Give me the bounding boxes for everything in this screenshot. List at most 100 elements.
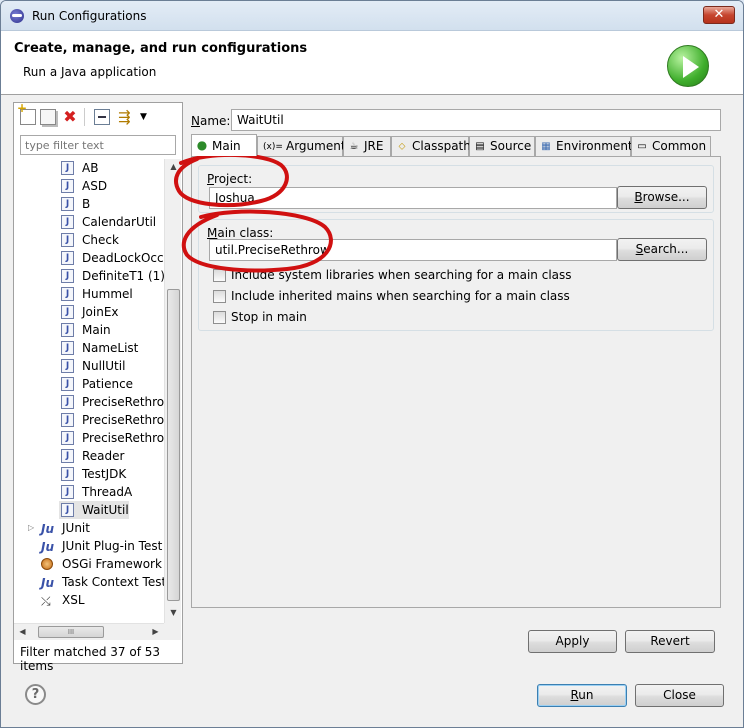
classpath-tab-icon: ⬦ — [398, 141, 406, 152]
tab-label: Source — [490, 139, 532, 153]
tree-item[interactable]: J Check — [14, 231, 164, 249]
task-context-icon: Ju — [41, 576, 55, 590]
close-button[interactable]: Close — [635, 684, 724, 707]
tree-item-label: XSL — [62, 593, 85, 607]
main-class-field[interactable] — [209, 239, 617, 261]
header-subtitle: Run a Java application — [23, 65, 157, 79]
tree-item[interactable]: J PreciseRethrov — [14, 411, 164, 429]
tree-item[interactable]: J Main — [14, 321, 164, 339]
configurations-panel: ✖ ⇶ ▼ JABJASDJBJCalendarUtilJCheckJDeadL… — [13, 101, 183, 673]
tree-item[interactable]: J TestJDK — [14, 465, 164, 483]
eclipse-icon — [10, 9, 24, 23]
java-file-icon: J — [61, 197, 74, 211]
tree-item[interactable]: J JoinEx — [14, 303, 164, 321]
tree-item[interactable]: J AB — [14, 159, 164, 177]
tree-item[interactable]: J CalendarUtil — [14, 213, 164, 231]
scroll-left-arrow-icon[interactable]: ◀ — [14, 624, 31, 640]
tree-item-label: ThreadA — [82, 485, 133, 499]
help-icon[interactable]: ? — [25, 684, 46, 705]
run-banner-icon — [667, 45, 709, 87]
tree-item[interactable]: Ju JUnit Plug-in Test — [14, 537, 164, 555]
new-configuration-icon[interactable] — [17, 101, 36, 125]
common-tab-icon: ▭ — [637, 141, 647, 152]
project-field[interactable] — [209, 187, 617, 209]
name-field[interactable] — [231, 109, 721, 131]
tree-item-label: Reader — [82, 449, 125, 463]
tree-item[interactable]: J DefiniteT1 (1) — [14, 267, 164, 285]
window-title: Run Configurations — [32, 9, 147, 23]
run-button[interactable]: Run — [537, 684, 627, 707]
tree-item[interactable]: J Hummel — [14, 285, 164, 303]
tree-item[interactable]: ⤯ XSL — [14, 591, 164, 609]
window-close-button[interactable]: ✕ — [703, 6, 735, 24]
vertical-scroll-thumb[interactable] — [167, 289, 180, 601]
filter-configurations-icon[interactable]: ⇶ — [118, 109, 134, 125]
tree-item[interactable]: Ju Task Context Test — [14, 573, 164, 591]
checkbox-box[interactable] — [213, 290, 226, 303]
name-label-text: ame: — [199, 114, 231, 128]
tree-item-label: DeadLockOccu — [82, 251, 164, 265]
tree-item[interactable]: OSGi Framework — [14, 555, 164, 573]
tree-item[interactable]: J ThreadA — [14, 483, 164, 501]
tab-common[interactable]: ▭ Common — [631, 136, 711, 156]
java-file-icon: J — [61, 503, 74, 517]
tab-environment[interactable]: ▦ Environment — [535, 136, 633, 156]
horizontal-scroll-thumb[interactable]: III — [38, 626, 104, 638]
tree-item[interactable]: J NullUtil — [14, 357, 164, 375]
jre-tab-icon: ☕ — [349, 141, 359, 152]
tree-horizontal-scrollbar[interactable]: ◀ III ▶ — [14, 623, 164, 640]
view-menu-chevron-down-icon[interactable]: ▼ — [140, 109, 156, 125]
tree-item-label: PreciseRethrov — [82, 395, 164, 409]
project-group: Project: Browse... — [198, 165, 714, 213]
collapse-all-icon[interactable] — [94, 109, 110, 125]
tree-item-label: Task Context Test — [62, 575, 164, 589]
tree-item[interactable]: J NameList — [14, 339, 164, 357]
browse-button[interactable]: Browse... — [617, 186, 707, 209]
tree-item[interactable]: JB — [14, 195, 164, 213]
tab-jre[interactable]: ☕ JRE — [343, 136, 391, 156]
scroll-right-arrow-icon[interactable]: ▶ — [147, 624, 164, 640]
name-label: Name: — [191, 114, 231, 128]
tab-label: Common — [652, 139, 707, 153]
checkbox-box[interactable] — [213, 269, 226, 282]
junit-plugin-icon: Ju — [41, 540, 55, 554]
tree-item-label: JUnit Plug-in Test — [62, 539, 163, 553]
tab-main[interactable]: ● Main — [191, 134, 257, 156]
expand-arrow-icon[interactable]: ▷ — [28, 519, 34, 537]
source-tab-icon: ▤ — [475, 141, 485, 152]
run-configurations-dialog: Run Configurations ✕ Create, manage, and… — [0, 0, 744, 728]
duplicate-configuration-icon[interactable] — [40, 109, 56, 125]
java-file-icon: J — [61, 251, 74, 265]
tab-label: Environment — [556, 139, 633, 153]
main-tab-content: Project: Browse... Main class: Search...… — [191, 156, 721, 608]
tree-item-label: WaitUtil — [82, 503, 129, 517]
tree-item[interactable]: J PreciseRethrov — [14, 393, 164, 411]
tree-item-label: PreciseRethrov — [82, 413, 164, 427]
tree-item[interactable]: J Reader — [14, 447, 164, 465]
title-bar[interactable]: Run Configurations ✕ — [1, 1, 743, 31]
tree-item[interactable]: J Patience — [14, 375, 164, 393]
tree-item-label: Main — [82, 323, 111, 337]
revert-button[interactable]: Revert — [625, 630, 715, 653]
tab-arguments[interactable]: (x)= Arguments — [257, 136, 352, 156]
tree-item[interactable]: J DeadLockOccu — [14, 249, 164, 267]
tab-classpath[interactable]: ⬦ Classpath — [391, 136, 471, 156]
tab-source[interactable]: ▤ Source — [469, 136, 535, 156]
tree-item-label: AB — [82, 161, 99, 175]
checkbox-label: Stop in main — [231, 310, 307, 324]
apply-button[interactable]: Apply — [528, 630, 617, 653]
tree-item[interactable]: J PreciseRethrov — [14, 429, 164, 447]
tree-vertical-scrollbar[interactable]: ▲ ▼ — [164, 159, 181, 623]
filter-input[interactable] — [20, 135, 176, 155]
checkbox-box[interactable] — [213, 311, 226, 324]
search-button[interactable]: Search... — [617, 238, 707, 261]
scroll-down-arrow-icon[interactable]: ▼ — [165, 605, 182, 621]
scroll-up-arrow-icon[interactable]: ▲ — [165, 159, 182, 175]
tree-item-label: Check — [82, 233, 119, 247]
osgi-icon — [41, 558, 53, 570]
tree-item[interactable]: J ASD — [14, 177, 164, 195]
java-file-icon: J — [61, 233, 74, 247]
tree-item[interactable]: ▷ Ju JUnit — [14, 519, 164, 537]
delete-configuration-icon[interactable]: ✖ — [62, 109, 78, 125]
tree-item[interactable]: J WaitUtil — [59, 501, 129, 519]
